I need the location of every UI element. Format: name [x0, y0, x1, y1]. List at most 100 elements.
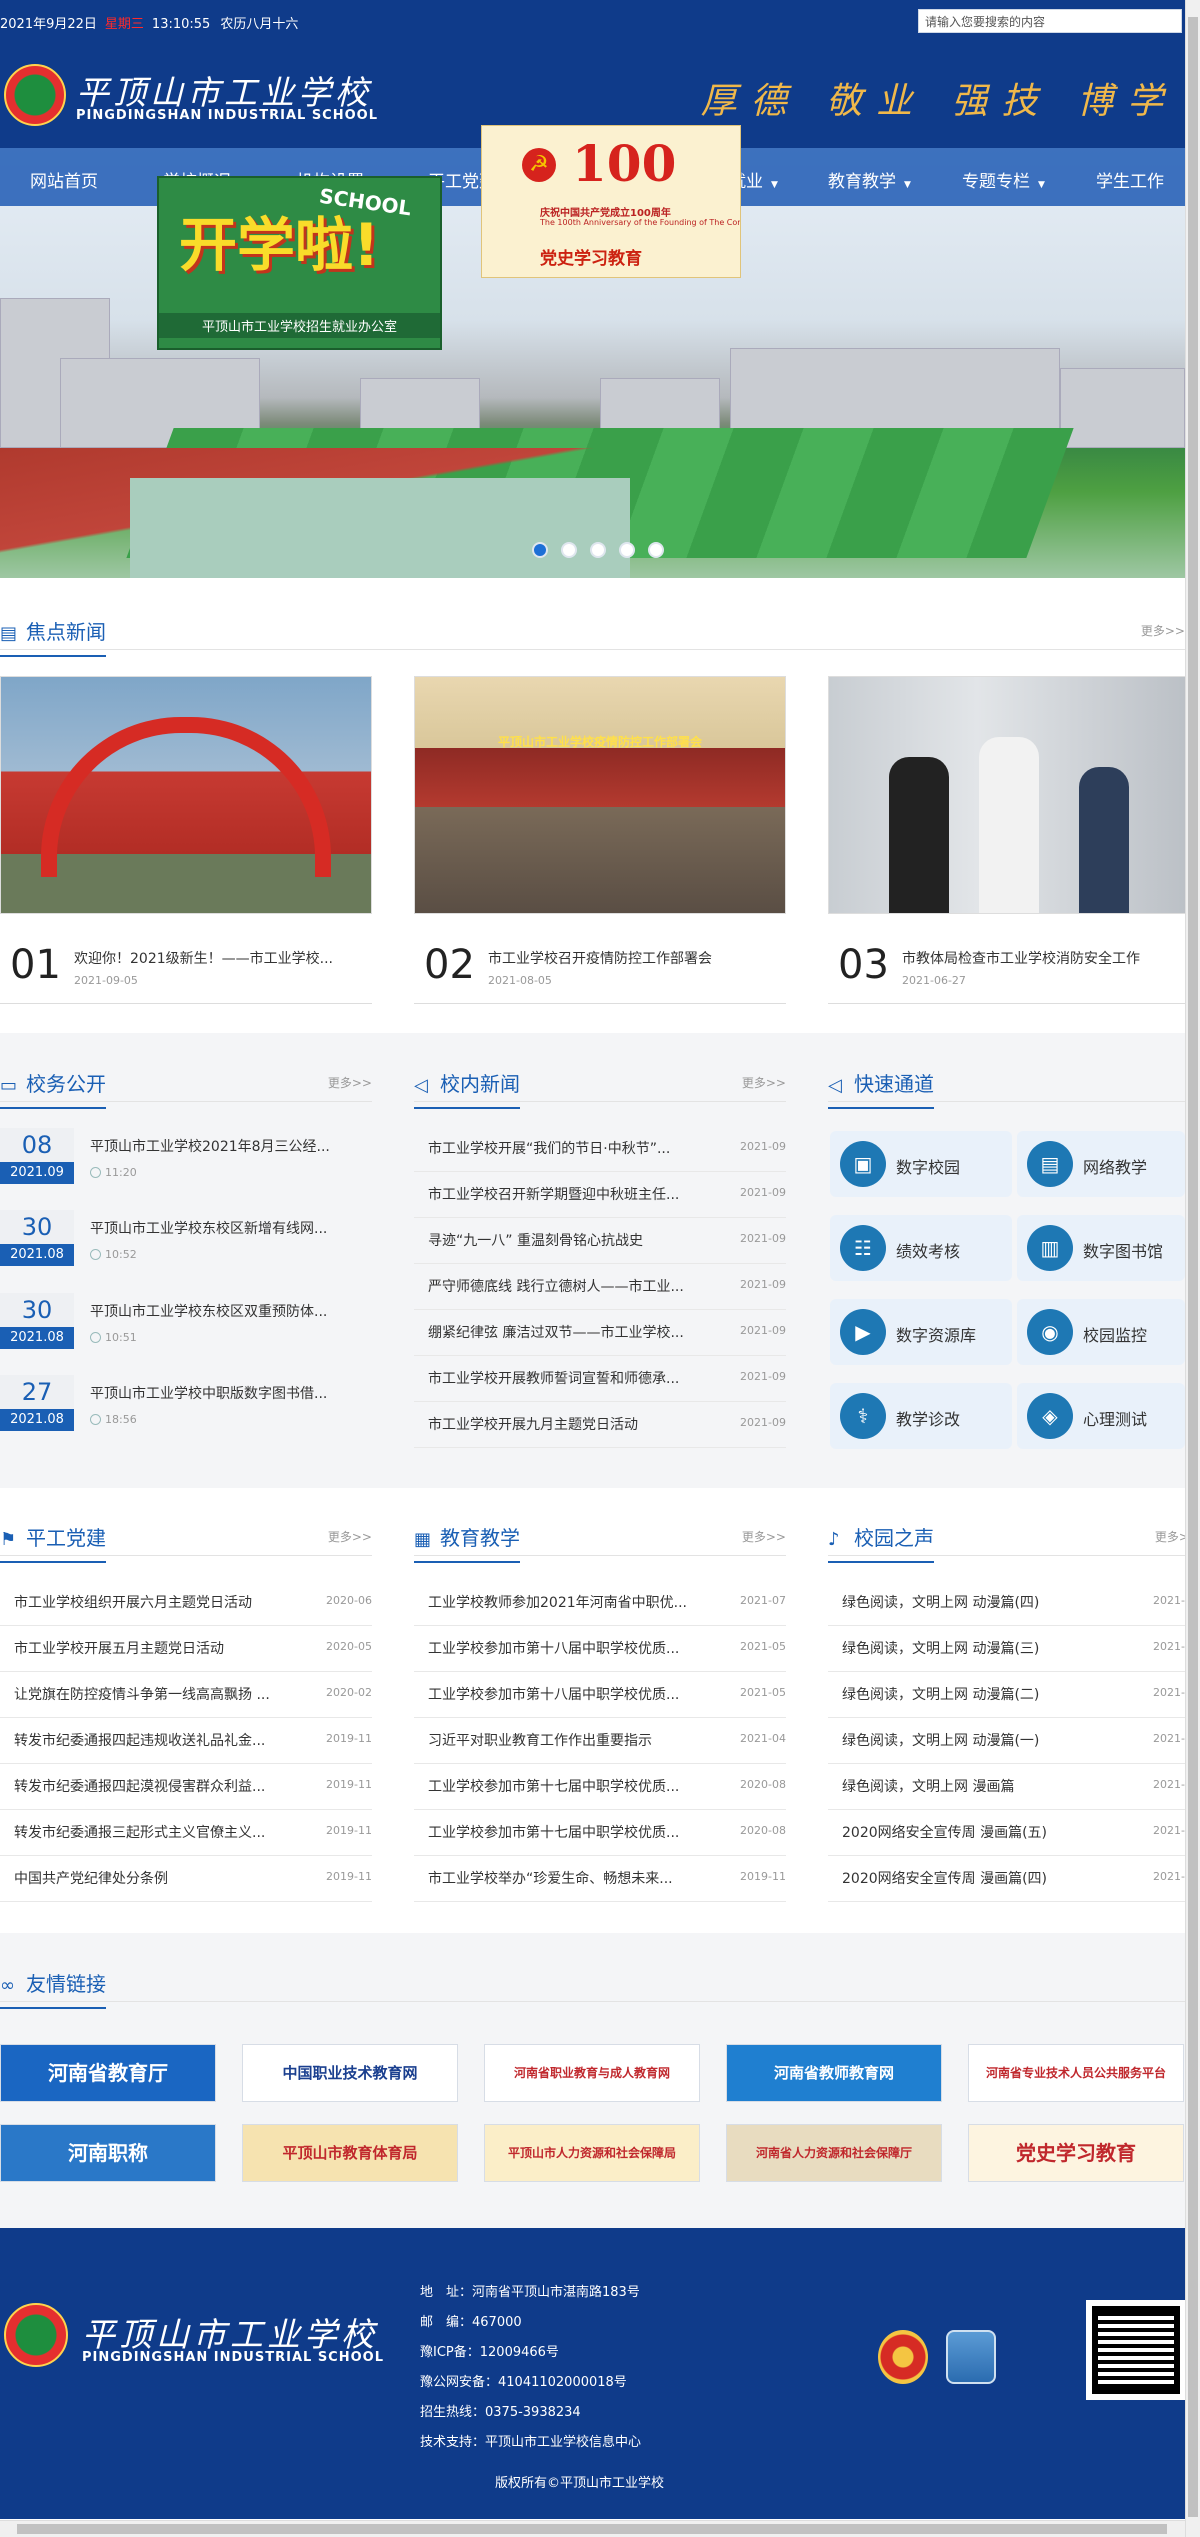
friend-link[interactable]: 中国职业技术教育网: [242, 2044, 458, 2102]
list-item[interactable]: 让党旗在防控疫情斗争第一线高高飘扬 ... 2020-02: [0, 1672, 372, 1718]
list-item[interactable]: 2020网络安全宣传周 漫画篇(四) 2021-: [828, 1856, 1185, 1902]
more-link[interactable]: 更多>>: [328, 1074, 372, 1091]
list-item-title[interactable]: 寻迹“九一八” 重温刻骨铭心抗战史: [428, 1230, 728, 1250]
list-item-title[interactable]: 工业学校参加市第十八届中职学校优质...: [428, 1684, 728, 1704]
affairs-item[interactable]: 30 2021.08 平顶山市工业学校东校区新增有线网... 10:52: [0, 1210, 372, 1268]
list-item[interactable]: 绿色阅读，文明上网 动漫篇(二) 2021-: [828, 1672, 1185, 1718]
list-item[interactable]: 市工业学校组织开展六月主题党日活动 2020-06: [0, 1580, 372, 1626]
list-item-title[interactable]: 绿色阅读，文明上网 动漫篇(三): [842, 1638, 1132, 1658]
list-item-title[interactable]: 2020网络安全宣传周 漫画篇(五): [842, 1822, 1132, 1842]
list-item[interactable]: 习近平对职业教育工作作出重要指示 2021-04: [414, 1718, 786, 1764]
friend-link[interactable]: 平顶山市教育体育局: [242, 2124, 458, 2182]
list-item[interactable]: 绿色阅读，文明上网 漫画篇 2021-: [828, 1764, 1185, 1810]
list-item-title[interactable]: 绿色阅读，文明上网 动漫篇(四): [842, 1592, 1132, 1612]
list-item[interactable]: 工业学校参加市第十八届中职学校优质... 2021-05: [414, 1626, 786, 1672]
list-item[interactable]: 市工业学校开展“我们的节日·中秋节”... 2021-09: [414, 1126, 786, 1172]
list-item-title[interactable]: 工业学校参加市第十七届中职学校优质...: [428, 1776, 728, 1796]
affairs-item[interactable]: 27 2021.08 平顶山市工业学校中职版数字图书借... 18:56: [0, 1375, 372, 1433]
footer-icp[interactable]: 豫ICP备：12009466号: [420, 2338, 641, 2368]
list-item[interactable]: 绿色阅读，文明上网 动漫篇(三) 2021-: [828, 1626, 1185, 1672]
list-item[interactable]: 工业学校参加市第十七届中职学校优质... 2020-08: [414, 1810, 786, 1856]
list-item-title[interactable]: 转发市纪委通报四起违规收送礼品礼金...: [14, 1730, 314, 1750]
list-item[interactable]: 绿色阅读，文明上网 动漫篇(一) 2021-: [828, 1718, 1185, 1764]
list-item[interactable]: 工业学校教师参加2021年河南省中职优... 2021-07: [414, 1580, 786, 1626]
horizontal-scrollbar[interactable]: [0, 2520, 1185, 2537]
list-item[interactable]: 工业学校参加市第十七届中职学校优质... 2020-08: [414, 1764, 786, 1810]
list-item[interactable]: 市工业学校开展九月主题党日活动 2021-09: [414, 1402, 786, 1448]
list-item[interactable]: 寻迹“九一八” 重温刻骨铭心抗战史 2021-09: [414, 1218, 786, 1264]
affairs-title[interactable]: 平顶山市工业学校中职版数字图书借...: [90, 1383, 372, 1403]
banner-dot[interactable]: [590, 542, 606, 558]
quick-tile-resource-library[interactable]: ▶ 数字资源库: [830, 1299, 1012, 1365]
news-title[interactable]: 欢迎你！2021级新生！——市工业学校...: [74, 948, 370, 968]
list-item[interactable]: 转发市纪委通报四起漠视侵害群众利益... 2019-11: [0, 1764, 372, 1810]
list-item-title[interactable]: 习近平对职业教育工作作出重要指示: [428, 1730, 728, 1750]
focus-news-image[interactable]: [828, 676, 1200, 914]
list-item[interactable]: 绷紧纪律弦 廉洁过双节——市工业学校... 2021-09: [414, 1310, 786, 1356]
list-item[interactable]: 转发市纪委通报三起形式主义官僚主义... 2019-11: [0, 1810, 372, 1856]
friend-link[interactable]: 平顶山市人力资源和社会保障局: [484, 2124, 700, 2182]
focus-news-item[interactable]: 01 欢迎你！2021级新生！——市工业学校... 2021-09-05: [0, 940, 372, 1004]
list-item-title[interactable]: 2020网络安全宣传周 漫画篇(四): [842, 1868, 1132, 1888]
footer-police-record[interactable]: 豫公网安备：41041102000018号: [420, 2368, 641, 2398]
list-item-title[interactable]: 市工业学校组织开展六月主题党日活动: [14, 1592, 314, 1612]
focus-news-image[interactable]: 平顶山市工业学校疫情防控工作部署会: [414, 676, 786, 914]
list-item-title[interactable]: 绿色阅读，文明上网 漫画篇: [842, 1776, 1132, 1796]
banner-dot[interactable]: [561, 542, 577, 558]
list-item[interactable]: 严守师德底线 践行立德树人——市工业... 2021-09: [414, 1264, 786, 1310]
scrollbar-thumb[interactable]: [17, 2524, 1167, 2534]
vertical-scrollbar[interactable]: [1185, 0, 1200, 2537]
friend-link[interactable]: 河南省职业教育与成人教育网: [484, 2044, 700, 2102]
list-item-title[interactable]: 市工业学校开展九月主题党日活动: [428, 1414, 728, 1434]
network-police-icon[interactable]: [946, 2330, 996, 2384]
school-seal-logo[interactable]: [4, 64, 66, 126]
nav-item-students[interactable]: 学生工作: [1096, 167, 1164, 192]
list-item[interactable]: 中国共产党纪律处分条例 2019-11: [0, 1856, 372, 1902]
list-item-title[interactable]: 绷紧纪律弦 廉洁过双节——市工业学校...: [428, 1322, 728, 1342]
list-item-title[interactable]: 绿色阅读，文明上网 动漫篇(二): [842, 1684, 1132, 1704]
quick-tile-psych-test[interactable]: ◈ 心理测试: [1017, 1383, 1185, 1449]
quick-tile-campus-monitor[interactable]: ◉ 校园监控: [1017, 1299, 1185, 1365]
affairs-title[interactable]: 平顶山市工业学校东校区新增有线网...: [90, 1218, 372, 1238]
list-item-title[interactable]: 绿色阅读，文明上网 动漫篇(一): [842, 1730, 1132, 1750]
friend-link[interactable]: 河南省人力资源和社会保障厅: [726, 2124, 942, 2182]
floating-ad-kaixue[interactable]: 开学啦! SCHOOL 平顶山市工业学校招生就业办公室: [157, 176, 442, 350]
list-item-title[interactable]: 工业学校参加市第十八届中职学校优质...: [428, 1638, 728, 1658]
police-emblem-icon[interactable]: [878, 2330, 928, 2384]
quick-tile-digital-campus[interactable]: ▣ 数字校园: [830, 1131, 1012, 1197]
quick-tile-online-teaching[interactable]: ▤ 网络教学: [1017, 1131, 1185, 1197]
more-link[interactable]: 更多>>: [742, 1074, 786, 1091]
more-link[interactable]: 更多>>: [328, 1528, 372, 1545]
nav-item-topics[interactable]: 专题专栏 ▼: [962, 167, 1045, 192]
affairs-title[interactable]: 平顶山市工业学校2021年8月三公经...: [90, 1136, 372, 1156]
list-item-title[interactable]: 严守师德底线 践行立德树人——市工业...: [428, 1276, 728, 1296]
news-title[interactable]: 市工业学校召开疫情防控工作部署会: [488, 948, 784, 968]
list-item-title[interactable]: 市工业学校开展“我们的节日·中秋节”...: [428, 1138, 728, 1158]
affairs-item[interactable]: 30 2021.08 平顶山市工业学校东校区双重预防体... 10:51: [0, 1293, 372, 1351]
friend-link[interactable]: 党史学习教育: [968, 2124, 1184, 2182]
list-item[interactable]: 2020网络安全宣传周 漫画篇(五) 2021-: [828, 1810, 1185, 1856]
friend-link[interactable]: 河南省专业技术人员公共服务平台: [968, 2044, 1184, 2102]
list-item-title[interactable]: 工业学校参加市第十七届中职学校优质...: [428, 1822, 728, 1842]
list-item[interactable]: 转发市纪委通报四起违规收送礼品礼金... 2019-11: [0, 1718, 372, 1764]
list-item[interactable]: 市工业学校开展教师誓词宣誓和师德承... 2021-09: [414, 1356, 786, 1402]
banner-dot[interactable]: [648, 542, 664, 558]
list-item-title[interactable]: 转发市纪委通报四起漠视侵害群众利益...: [14, 1776, 314, 1796]
banner-dot[interactable]: [619, 542, 635, 558]
scrollbar-thumb[interactable]: [1188, 17, 1198, 2517]
list-item[interactable]: 市工业学校召开新学期暨迎中秋班主任... 2021-09: [414, 1172, 786, 1218]
list-item-title[interactable]: 中国共产党纪律处分条例: [14, 1868, 314, 1888]
news-title[interactable]: 市教体局检查市工业学校消防安全工作: [902, 948, 1185, 968]
list-item-title[interactable]: 市工业学校举办“珍爱生命、畅想未来...: [428, 1868, 728, 1888]
list-item-title[interactable]: 转发市纪委通报三起形式主义官僚主义...: [14, 1822, 314, 1842]
school-name-cn[interactable]: 平顶山市工业学校: [76, 66, 372, 114]
list-item[interactable]: 工业学校参加市第十八届中职学校优质... 2021-05: [414, 1672, 786, 1718]
list-item-title[interactable]: 工业学校教师参加2021年河南省中职优...: [428, 1592, 728, 1612]
nav-item-home[interactable]: 网站首页: [30, 167, 98, 192]
list-item[interactable]: 市工业学校举办“珍爱生命、畅想未来... 2019-11: [414, 1856, 786, 1902]
quick-tile-digital-library[interactable]: ▥ 数字图书馆: [1017, 1215, 1185, 1281]
nav-item-teaching[interactable]: 教育教学 ▼: [828, 167, 911, 192]
friend-link[interactable]: 河南职称: [0, 2124, 216, 2182]
affairs-item[interactable]: 08 2021.09 平顶山市工业学校2021年8月三公经... 11:20: [0, 1128, 372, 1186]
affairs-title[interactable]: 平顶山市工业学校东校区双重预防体...: [90, 1301, 372, 1321]
